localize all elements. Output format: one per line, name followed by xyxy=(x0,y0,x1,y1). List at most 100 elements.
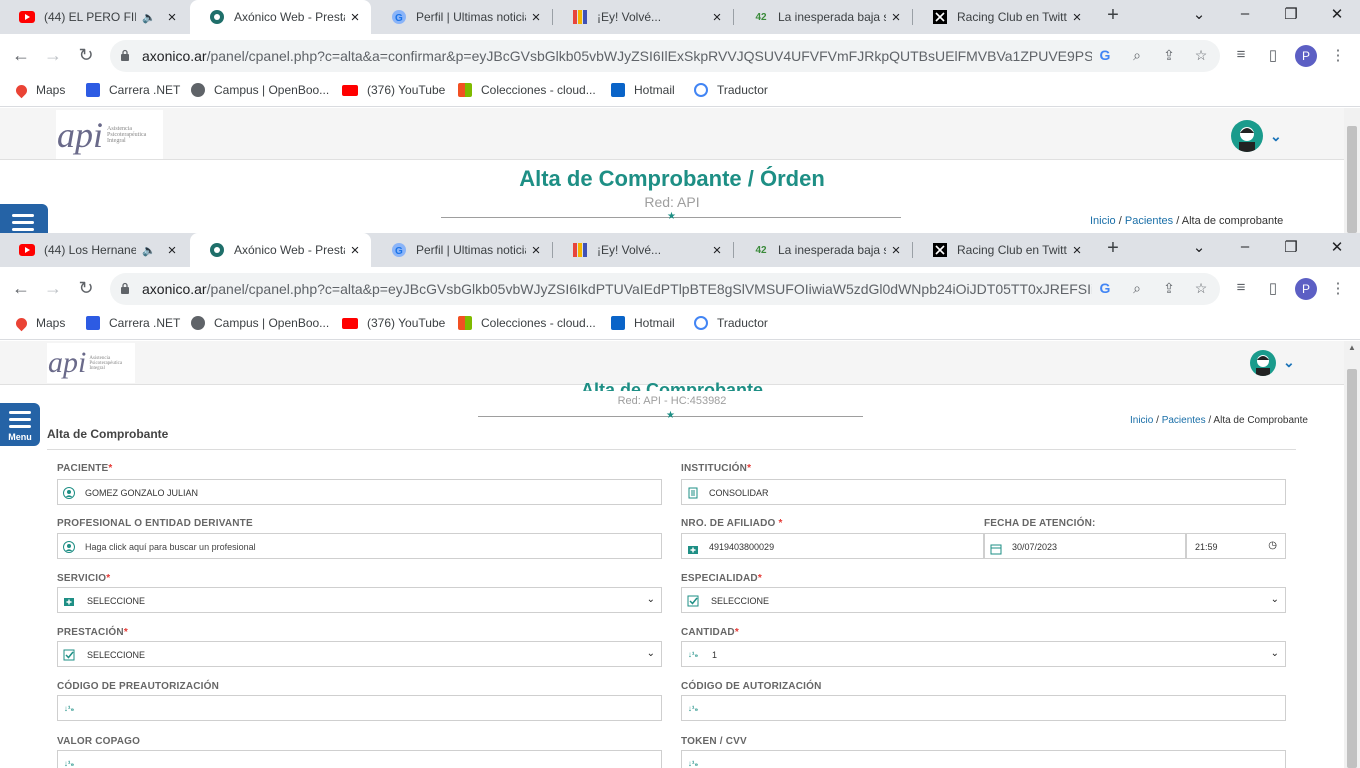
bookmark-campus[interactable]: Campus | OpenBoo... xyxy=(191,83,329,97)
new-tab-button[interactable]: + xyxy=(1102,5,1124,27)
tab-axonico[interactable]: Axónico Web - Prestac × xyxy=(190,233,371,267)
tab-inesperada[interactable]: 42 La inesperada baja ser × xyxy=(734,0,912,34)
bookmark-youtube[interactable]: (376) YouTube xyxy=(342,316,445,330)
bookmark-colecciones[interactable]: Colecciones - cloud... xyxy=(458,83,596,97)
side-panel-icon[interactable]: ▯ xyxy=(1263,279,1283,297)
bookmark-maps[interactable]: Maps xyxy=(13,82,65,98)
tab-youtube[interactable]: (44) EL PERO FINAL 🔈 × xyxy=(0,0,188,34)
url-text[interactable]: axonico.ar/panel/cpanel.php?c=alta&p=eyJ… xyxy=(142,281,1092,297)
close-tab-icon[interactable]: × xyxy=(1067,9,1087,26)
breadcrumb-pacientes[interactable]: Pacientes xyxy=(1125,215,1173,227)
share-icon[interactable]: ⇪ xyxy=(1160,280,1178,298)
tab-ey-volve[interactable]: ¡Ey! Volvé... × xyxy=(553,0,733,34)
afiliado-field[interactable]: 4919403800029 xyxy=(681,533,984,559)
close-tab-icon[interactable]: × xyxy=(707,242,727,259)
cantidad-select[interactable]: ↓¹₉ 1 ⌄ xyxy=(681,641,1286,667)
close-tab-icon[interactable]: × xyxy=(526,242,546,259)
back-button[interactable]: ← xyxy=(10,278,32,299)
fecha-time-field[interactable]: 21:59 ◷ xyxy=(1186,533,1286,559)
breadcrumb-inicio[interactable]: Inicio xyxy=(1130,415,1153,426)
tab-search-icon[interactable]: ⌄ xyxy=(1187,238,1211,256)
tab-axonico[interactable]: Axónico Web - Prestac × xyxy=(190,0,371,34)
institucion-field[interactable]: CONSOLIDAR xyxy=(681,479,1286,505)
forward-button[interactable]: → xyxy=(42,45,64,66)
scrollbar[interactable] xyxy=(1344,108,1360,233)
prestacion-select[interactable]: SELECCIONE ⌄ xyxy=(57,641,662,667)
address-bar[interactable]: axonico.ar/panel/cpanel.php?c=alta&a=con… xyxy=(110,40,1220,72)
close-tab-icon[interactable]: × xyxy=(886,9,906,26)
profesional-field[interactable]: Haga click aquí para buscar un profesion… xyxy=(57,533,662,559)
breadcrumb-inicio[interactable]: Inicio xyxy=(1090,215,1116,227)
tab-racing[interactable]: Racing Club en Twitte × xyxy=(913,0,1093,34)
close-tab-icon[interactable]: × xyxy=(886,242,906,259)
new-tab-button[interactable]: + xyxy=(1102,238,1124,260)
bookmark-colecciones[interactable]: Colecciones - cloud... xyxy=(458,316,596,330)
speaker-icon[interactable]: 🔈 xyxy=(142,11,156,24)
maximize-button[interactable]: ❐ xyxy=(1279,238,1303,256)
profile-avatar[interactable]: P xyxy=(1295,278,1317,300)
user-avatar[interactable] xyxy=(1250,350,1276,376)
bookmark-star-icon[interactable]: ☆ xyxy=(1192,47,1210,65)
profile-avatar[interactable]: P xyxy=(1295,45,1317,67)
bookmark-youtube[interactable]: (376) YouTube xyxy=(342,83,445,97)
maximize-button[interactable]: ❐ xyxy=(1279,5,1303,23)
back-button[interactable]: ← xyxy=(10,45,32,66)
google-lens-icon[interactable]: G xyxy=(1096,280,1114,298)
tab-youtube[interactable]: (44) Los Hernanes 🔈 × xyxy=(0,233,188,267)
google-lens-icon[interactable]: G xyxy=(1096,47,1114,65)
bookmark-traductor[interactable]: Traductor xyxy=(694,83,768,97)
clock-icon[interactable]: ◷ xyxy=(1268,540,1277,551)
speaker-icon[interactable]: 🔈 xyxy=(142,244,156,257)
bookmark-maps[interactable]: Maps xyxy=(13,315,65,331)
tab-perfil[interactable]: G Perfil | Ultimas noticia × xyxy=(372,233,552,267)
minimize-button[interactable]: – xyxy=(1233,238,1257,255)
chrome-menu-icon[interactable]: ⋮ xyxy=(1328,46,1348,64)
token-field[interactable]: ↓¹₉ xyxy=(681,750,1286,768)
url-text[interactable]: axonico.ar/panel/cpanel.php?c=alta&a=con… xyxy=(142,48,1092,64)
chevron-down-icon[interactable]: ⌄ xyxy=(1270,128,1282,145)
side-panel-icon[interactable]: ▯ xyxy=(1263,46,1283,64)
chevron-down-icon[interactable]: ⌄ xyxy=(1283,354,1295,371)
close-window-button[interactable]: ✕ xyxy=(1325,238,1349,256)
menu-button[interactable] xyxy=(0,204,48,233)
tab-ey-volve[interactable]: ¡Ey! Volvé... × xyxy=(553,233,733,267)
user-avatar[interactable] xyxy=(1231,120,1263,152)
zoom-icon[interactable]: ⌕ xyxy=(1128,47,1146,65)
minimize-button[interactable]: – xyxy=(1233,5,1257,22)
tab-search-icon[interactable]: ⌄ xyxy=(1187,5,1211,23)
close-tab-icon[interactable]: × xyxy=(162,9,182,26)
tab-perfil[interactable]: G Perfil | Ultimas noticia × xyxy=(372,0,552,34)
fecha-date-field[interactable]: 30/07/2023 xyxy=(984,533,1186,559)
bookmark-campus[interactable]: Campus | OpenBoo... xyxy=(191,316,329,330)
close-tab-icon[interactable]: × xyxy=(162,242,182,259)
close-window-button[interactable]: ✕ xyxy=(1325,5,1349,23)
tab-inesperada[interactable]: 42 La inesperada baja ser × xyxy=(734,233,912,267)
scrollbar[interactable]: ▲ xyxy=(1344,341,1360,768)
close-tab-icon[interactable]: × xyxy=(707,9,727,26)
close-tab-icon[interactable]: × xyxy=(345,9,365,26)
zoom-icon[interactable]: ⌕ xyxy=(1128,280,1146,298)
breadcrumb-pacientes[interactable]: Pacientes xyxy=(1162,415,1206,426)
autorizacion-field[interactable]: ↓¹₉ xyxy=(681,695,1286,721)
copago-field[interactable]: ↓¹₉ xyxy=(57,750,662,768)
forward-button[interactable]: → xyxy=(42,278,64,299)
reload-button[interactable]: ↻ xyxy=(75,278,97,299)
bookmark-traductor[interactable]: Traductor xyxy=(694,316,768,330)
bookmark-hotmail[interactable]: Hotmail xyxy=(611,83,675,97)
scroll-up-icon[interactable]: ▲ xyxy=(1348,343,1356,352)
reading-list-icon[interactable]: ≡ xyxy=(1231,46,1251,63)
chrome-menu-icon[interactable]: ⋮ xyxy=(1328,279,1348,297)
close-tab-icon[interactable]: × xyxy=(526,9,546,26)
bookmark-hotmail[interactable]: Hotmail xyxy=(611,316,675,330)
close-tab-icon[interactable]: × xyxy=(1067,242,1087,259)
bookmark-carrera[interactable]: Carrera .NET xyxy=(86,83,180,97)
preautorizacion-field[interactable]: ↓¹₉ xyxy=(57,695,662,721)
servicio-select[interactable]: SELECCIONE ⌄ xyxy=(57,587,662,613)
reload-button[interactable]: ↻ xyxy=(75,45,97,66)
address-bar[interactable]: axonico.ar/panel/cpanel.php?c=alta&p=eyJ… xyxy=(110,273,1220,305)
bookmark-star-icon[interactable]: ☆ xyxy=(1192,280,1210,298)
paciente-field[interactable]: GOMEZ GONZALO JULIAN xyxy=(57,479,662,505)
share-icon[interactable]: ⇪ xyxy=(1160,47,1178,65)
reading-list-icon[interactable]: ≡ xyxy=(1231,279,1251,296)
especialidad-select[interactable]: SELECCIONE ⌄ xyxy=(681,587,1286,613)
